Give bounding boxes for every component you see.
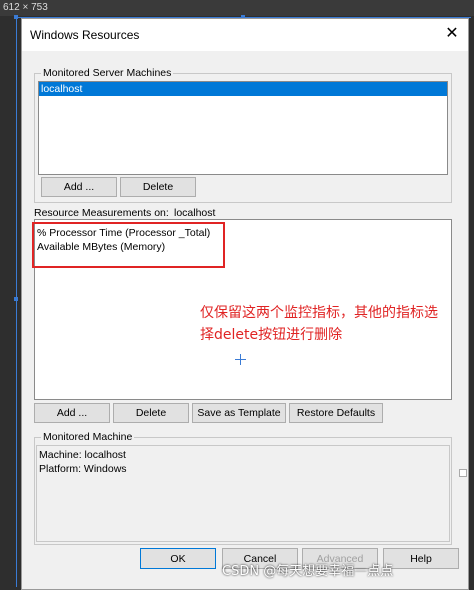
dialog-title: Windows Resources [30, 28, 140, 42]
selection-guide-left [16, 17, 17, 587]
highlight-box [32, 222, 225, 268]
resize-handle[interactable] [14, 297, 18, 301]
server-list[interactable]: localhost [38, 81, 448, 175]
editor-top-bar: 612 × 753 [0, 0, 474, 16]
watermark-text: CSDN @每天想要幸福一点点 [222, 564, 394, 579]
measurements-label: Resource Measurements on: [34, 207, 169, 219]
platform-line: Platform: Windows [39, 463, 127, 475]
help-button[interactable]: Help [383, 548, 459, 569]
crosshair-icon [235, 354, 246, 365]
restore-defaults-button[interactable]: Restore Defaults [289, 403, 383, 423]
server-list-item[interactable]: localhost [39, 82, 447, 96]
add-measurement-button[interactable]: Add ... [34, 403, 110, 423]
save-as-template-button[interactable]: Save as Template [192, 403, 286, 423]
measurements-host: localhost [174, 207, 216, 219]
machine-info-panel: Machine: localhost Platform: Windows [36, 445, 450, 542]
size-grip-icon [459, 469, 467, 477]
monitored-servers-label: Monitored Server Machines [41, 67, 174, 79]
annotation-line: 择delete按钮进行删除 [200, 327, 343, 343]
windows-resources-dialog: Windows Resources ✕ Monitored Server Mac… [21, 18, 469, 590]
delete-measurement-button[interactable]: Delete [113, 403, 189, 423]
machine-line: Machine: localhost [39, 449, 126, 461]
monitored-machine-label: Monitored Machine [41, 431, 135, 443]
canvas-size-label: 612 × 753 [3, 2, 48, 13]
close-icon[interactable]: ✕ [444, 25, 460, 43]
ok-button[interactable]: OK [140, 548, 216, 569]
delete-server-button[interactable]: Delete [120, 177, 196, 197]
dialog-titlebar[interactable]: Windows Resources ✕ [22, 19, 468, 51]
annotation-text: 仅保留这两个监控指标，其他的指标选 择delete按钮进行删除 [200, 302, 470, 346]
resize-handle[interactable] [14, 15, 18, 19]
annotation-line: 仅保留这两个监控指标，其他的指标选 [200, 305, 438, 321]
add-server-button[interactable]: Add ... [41, 177, 117, 197]
